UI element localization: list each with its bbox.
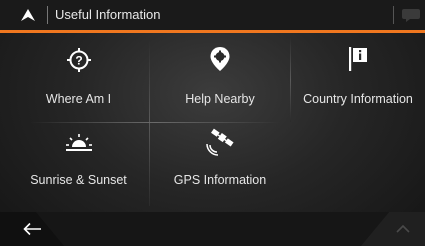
page-title: Useful Information (55, 7, 161, 22)
info-flag-icon (347, 46, 369, 77)
where-am-i-label: Where Am I (45, 92, 112, 106)
sunrise-sunset-button[interactable]: Sunrise & Sunset (8, 124, 149, 208)
back-button[interactable] (0, 212, 64, 246)
gps-information-button[interactable]: GPS Information (150, 124, 290, 208)
location-question-icon: ? (65, 46, 93, 79)
useful-information-screen: Useful Information ? Where Am I Help Nea… (0, 0, 425, 246)
chevron-up-icon (396, 224, 410, 233)
navigation-arrow-icon[interactable] (19, 6, 37, 24)
svg-text:?: ? (75, 54, 82, 68)
sunrise-sunset-label: Sunrise & Sunset (30, 173, 127, 187)
gps-information-label: GPS Information (173, 173, 267, 187)
help-pin-icon (209, 46, 231, 77)
header-divider (47, 6, 48, 24)
satellite-icon (205, 128, 235, 161)
country-information-button[interactable]: Country Information (291, 38, 425, 122)
country-information-label: Country Information (303, 92, 413, 106)
help-nearby-label: Help Nearby (185, 92, 255, 106)
speech-bubble-icon[interactable] (401, 7, 421, 23)
where-am-i-button[interactable]: ? Where Am I (8, 38, 149, 122)
bottom-bar (0, 212, 425, 246)
scroll-up-button[interactable] (361, 212, 425, 246)
header-bar: Useful Information (0, 0, 425, 30)
accent-bar (0, 30, 425, 33)
help-nearby-button[interactable]: Help Nearby (150, 38, 290, 122)
back-arrow-icon (23, 222, 41, 236)
header-divider-right (393, 6, 394, 24)
sunrise-icon (64, 132, 94, 159)
grid-divider (30, 122, 280, 123)
